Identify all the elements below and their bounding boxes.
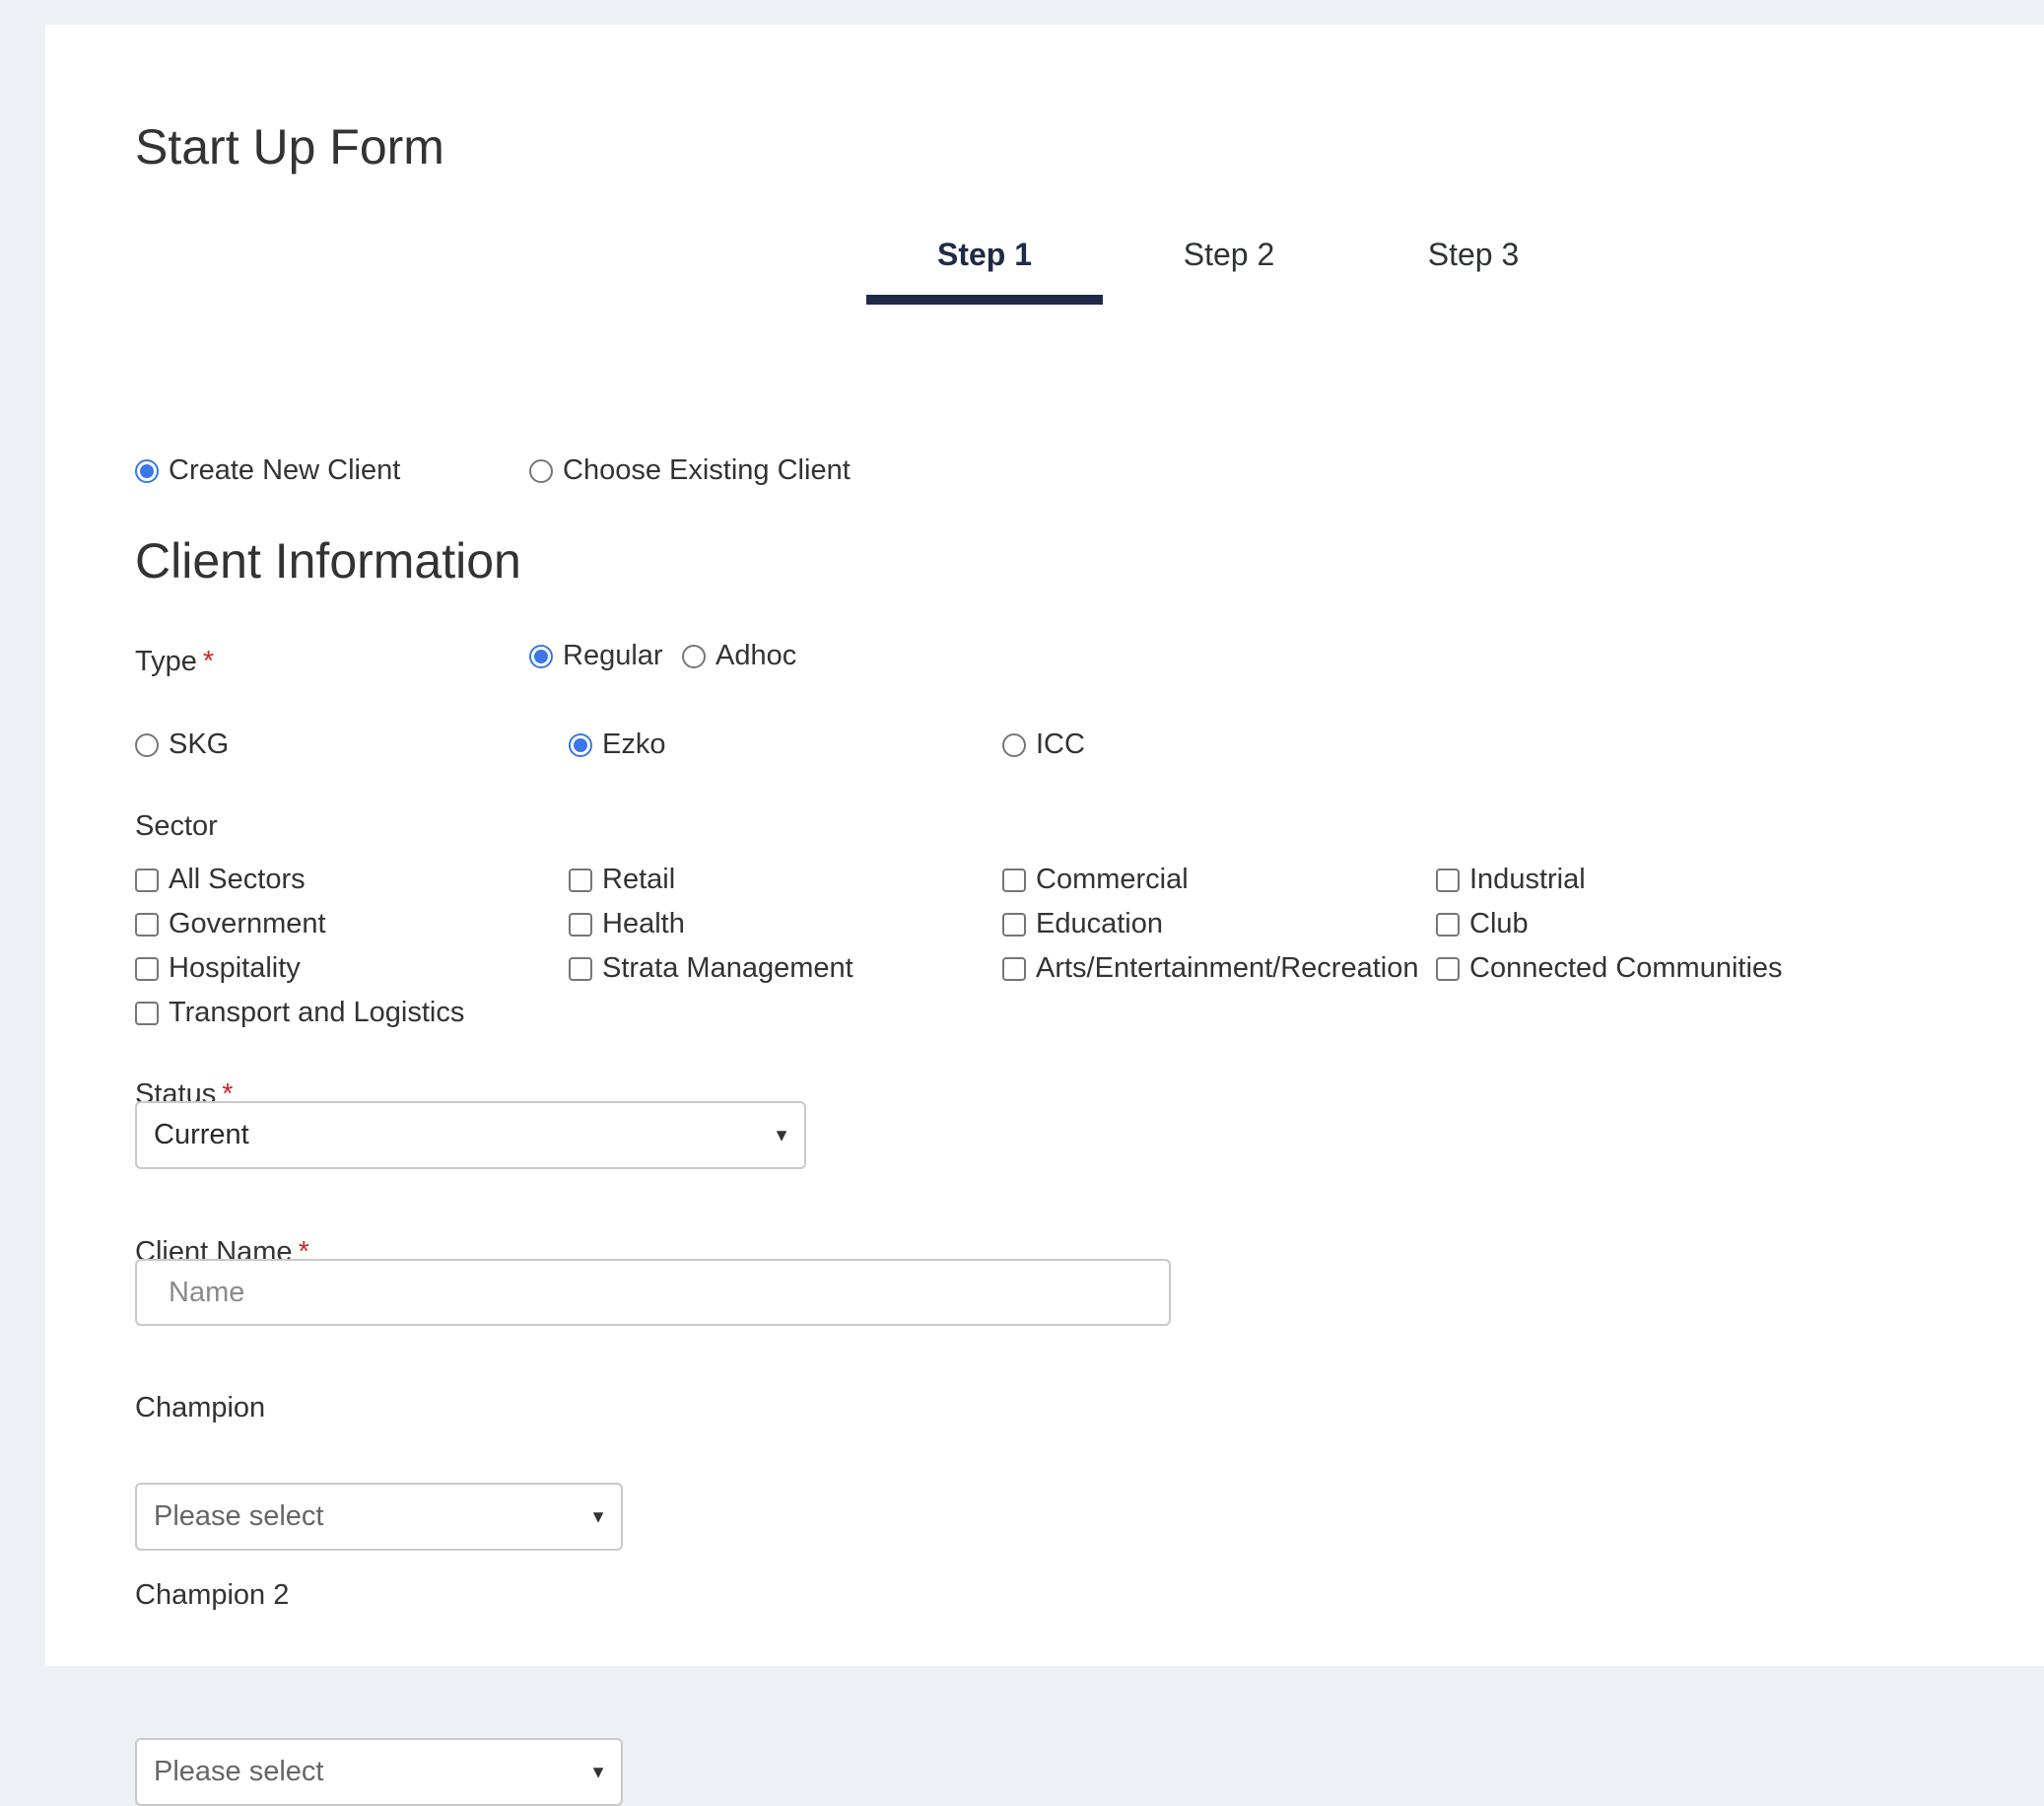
type-regular-option[interactable]: Regular (529, 640, 663, 672)
status-select[interactable]: Current ▼ (135, 1101, 806, 1169)
company-skg-radio[interactable] (135, 732, 159, 757)
sector-option-label: Connected Communities (1469, 952, 1783, 984)
sector-option[interactable]: Hospitality (135, 952, 301, 985)
company-skg-option[interactable]: SKG (135, 729, 229, 761)
champion-label: Champion (135, 1392, 266, 1424)
type-adhoc-label: Adhoc (715, 640, 797, 671)
sector-option[interactable]: Strata Management (569, 952, 853, 985)
sector-option[interactable]: Retail (569, 864, 675, 896)
sector-option-label: Hospitality (169, 952, 301, 984)
sector-checkbox[interactable] (569, 868, 592, 892)
client-information-heading: Client Information (135, 533, 521, 589)
sector-option-label: Health (602, 908, 685, 939)
form-page: Start Up Form Step 1 Step 2 Step 3 Creat… (45, 25, 2044, 1806)
type-regular-label: Regular (563, 640, 663, 671)
sector-checkbox[interactable] (1436, 868, 1460, 892)
choose-existing-client-label: Choose Existing Client (563, 454, 851, 486)
sector-option-label: All Sectors (169, 864, 306, 895)
client-name-input[interactable]: Name (135, 1259, 1171, 1326)
sector-option-label: Club (1469, 908, 1529, 939)
sector-option[interactable]: Arts/Entertainment/Recreation (1002, 952, 1418, 985)
champion-2-label: Champion 2 (135, 1579, 290, 1611)
choose-existing-client-option[interactable]: Choose Existing Client (529, 454, 851, 487)
client-name-placeholder: Name (169, 1276, 245, 1308)
company-icc-label: ICC (1036, 729, 1085, 760)
tab-step-3[interactable]: Step 3 (1355, 237, 1592, 273)
sector-checkbox[interactable] (135, 868, 159, 892)
company-skg-label: SKG (169, 729, 230, 760)
tab-step-2[interactable]: Step 2 (1111, 237, 1347, 273)
type-adhoc-option[interactable]: Adhoc (682, 640, 796, 672)
sector-option-label: Commercial (1036, 864, 1189, 895)
create-new-client-option[interactable]: Create New Client (135, 454, 400, 487)
active-step-indicator (866, 295, 1103, 305)
sector-checkbox[interactable] (1436, 912, 1460, 937)
company-ezko-label: Ezko (602, 729, 666, 760)
company-icc-option[interactable]: ICC (1002, 729, 1085, 761)
sector-option[interactable]: Transport and Logistics (135, 997, 464, 1029)
sector-checkbox[interactable] (135, 1001, 159, 1025)
create-new-client-radio[interactable] (135, 458, 159, 483)
status-select-value: Current (154, 1119, 249, 1150)
company-ezko-radio[interactable] (569, 732, 592, 757)
chevron-down-icon: ▼ (589, 1762, 607, 1781)
type-regular-radio[interactable] (529, 644, 553, 668)
choose-existing-client-radio[interactable] (529, 458, 553, 483)
sector-option[interactable]: Industrial (1436, 864, 1586, 896)
sector-option[interactable]: Club (1436, 908, 1529, 940)
sector-option-label: Industrial (1469, 864, 1586, 895)
sector-option[interactable]: Government (135, 908, 326, 940)
sector-option[interactable]: Commercial (1002, 864, 1189, 896)
type-label: Type * (135, 646, 214, 678)
sector-label: Sector (135, 810, 218, 842)
sector-option[interactable]: Connected Communities (1436, 952, 1783, 985)
champion-2-select[interactable]: Please select ▼ (135, 1738, 623, 1806)
tab-step-1[interactable]: Step 1 (866, 237, 1103, 273)
type-adhoc-radio[interactable] (682, 644, 706, 668)
sector-checkbox[interactable] (569, 956, 592, 981)
champion-2-select-value: Please select (154, 1756, 324, 1787)
sector-option-label: Education (1036, 908, 1163, 939)
sector-checkbox[interactable] (1002, 868, 1026, 892)
sector-checkbox[interactable] (135, 956, 159, 981)
chevron-down-icon: ▼ (589, 1506, 607, 1526)
page-title: Start Up Form (135, 119, 444, 174)
champion-select[interactable]: Please select ▼ (135, 1483, 623, 1551)
sector-checkbox[interactable] (1002, 956, 1026, 981)
type-label-text: Type (135, 646, 197, 677)
sector-checkbox[interactable] (135, 912, 159, 937)
sector-option-label: Arts/Entertainment/Recreation (1036, 952, 1419, 984)
create-new-client-label: Create New Client (169, 454, 401, 486)
champion-select-value: Please select (154, 1500, 324, 1532)
sector-option[interactable]: Health (569, 908, 685, 940)
chevron-down-icon: ▼ (773, 1125, 790, 1145)
sector-checkbox[interactable] (1002, 912, 1026, 937)
sector-option[interactable]: All Sectors (135, 864, 306, 896)
sector-option-label: Transport and Logistics (169, 997, 465, 1028)
sector-option-label: Strata Management (602, 952, 853, 984)
required-mark: * (202, 646, 215, 677)
sector-option-label: Government (169, 908, 326, 939)
sector-option[interactable]: Education (1002, 908, 1163, 940)
company-ezko-option[interactable]: Ezko (569, 729, 665, 761)
company-icc-radio[interactable] (1002, 732, 1026, 757)
sector-checkbox[interactable] (569, 912, 592, 937)
sector-option-label: Retail (602, 864, 676, 895)
sector-checkbox[interactable] (1436, 956, 1460, 981)
